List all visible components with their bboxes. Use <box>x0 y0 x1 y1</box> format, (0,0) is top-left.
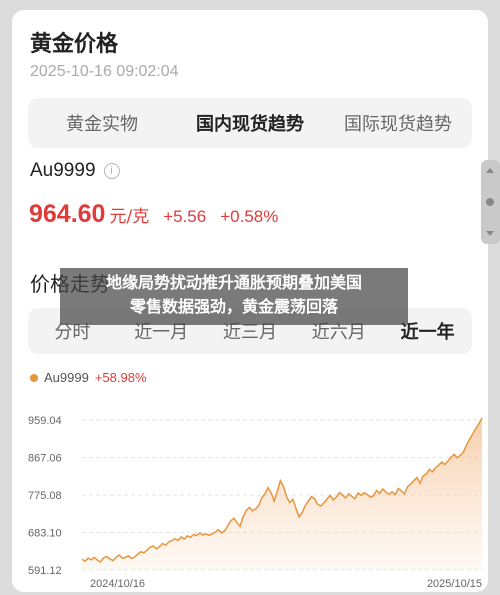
scroll-dot-icon <box>486 198 494 206</box>
y-tick-label: 775.08 <box>28 490 62 502</box>
scroll-down-icon <box>486 231 494 236</box>
y-tick-label: 683.10 <box>28 528 62 540</box>
news-headline-overlay[interactable]: 地缘局势扰动推升通胀预期叠加美国 零售数据强劲，黄金震荡回落 <box>60 268 408 325</box>
area-fill <box>82 418 482 570</box>
timestamp: 2025-10-16 09:02:04 <box>30 63 179 80</box>
headline-line-1: 地缘局势扰动推升通胀预期叠加美国 <box>105 273 362 292</box>
price-row: 964.60 元/克 +5.56 +0.58% <box>29 200 278 229</box>
headline-line-2: 零售数据强劲，黄金震荡回落 <box>129 297 338 316</box>
chart-legend: Au9999 +58.98% <box>30 370 147 385</box>
price-chart[interactable]: 959.04 867.06 775.08 683.10 591.12 2024/10/16… <box>24 400 486 590</box>
side-scroll-handle[interactable] <box>481 160 500 244</box>
y-tick-label: 959.04 <box>28 415 62 427</box>
x-tick-label: 2025/10/15 <box>427 578 482 590</box>
segment-physical-gold[interactable]: 黄金实物 <box>28 110 176 136</box>
segment-domestic-spot[interactable]: 国内现货趋势 <box>176 110 324 136</box>
segment-international-spot[interactable]: 国际现货趋势 <box>324 110 472 136</box>
price-unit: 元/克 <box>109 207 150 227</box>
symbol-row: Au9999 i <box>30 160 120 182</box>
price-change: +5.56 <box>163 207 207 226</box>
segment-control: 黄金实物 国内现货趋势 国际现货趋势 <box>28 98 472 148</box>
price-change-percent: +0.58% <box>220 207 279 226</box>
current-price: 964.60 <box>29 200 106 228</box>
y-tick-label: 591.12 <box>28 565 62 577</box>
x-tick-label: 2024/10/16 <box>90 578 145 590</box>
legend-change: +58.98% <box>94 370 147 385</box>
scroll-up-icon <box>486 168 494 173</box>
info-icon[interactable]: i <box>103 163 120 179</box>
legend-series-name: Au9999 <box>44 370 89 385</box>
page-title: 黄金价格 <box>30 32 119 57</box>
legend-dot <box>30 373 38 382</box>
symbol-name: Au9999 <box>30 160 96 181</box>
y-tick-label: 867.06 <box>28 453 62 465</box>
